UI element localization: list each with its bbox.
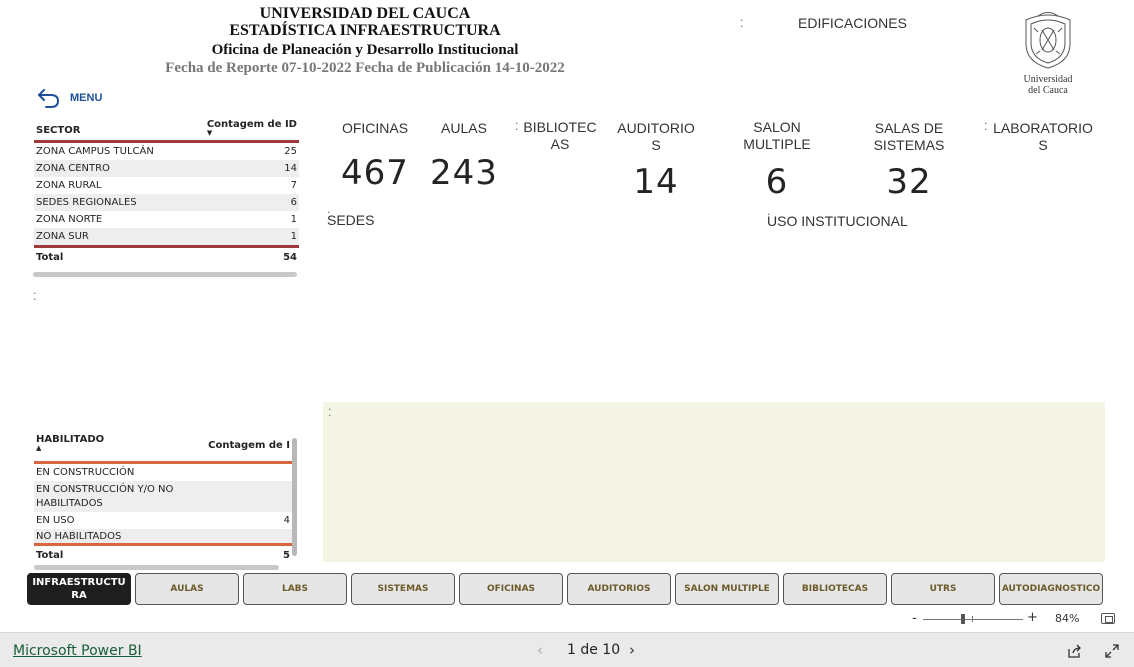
- menu-button[interactable]: MENU: [36, 86, 102, 110]
- tab-oficinas[interactable]: OFICINAS: [459, 573, 563, 605]
- logo-text-2: del Cauca: [1028, 85, 1068, 96]
- navigation-tabs: INFRAESTRUCTURA AULAS LABS SISTEMAS OFIC…: [27, 573, 1103, 605]
- header-dates: Fecha de Reporte 07-10-2022 Fecha de Pub…: [165, 60, 565, 76]
- kpi-salas-sistemas-value: 32: [886, 162, 932, 202]
- table-row[interactable]: EN CONSTRUCCIÓN: [34, 464, 292, 481]
- chevron-right-icon[interactable]: ›: [629, 641, 635, 659]
- empty-visual-panel: · ·: [323, 402, 1105, 562]
- table-row[interactable]: ZONA CENTRO 14: [34, 160, 299, 177]
- decorative-dots: · ·: [515, 117, 519, 136]
- tab-labs[interactable]: LABS: [243, 573, 347, 605]
- university-logo: Universidad del Cauca: [1016, 10, 1080, 98]
- table-row[interactable]: SEDES REGIONALES 6: [34, 194, 299, 211]
- table-row[interactable]: ZONA SUR 1: [34, 228, 299, 245]
- decorative-dots: · ·: [328, 403, 332, 422]
- page-title: EDIFICACIONES: [798, 15, 907, 31]
- chevron-left-icon[interactable]: ‹: [537, 641, 543, 659]
- table-row[interactable]: EN USO 4: [34, 512, 292, 529]
- powerbi-link[interactable]: Microsoft Power BI: [13, 643, 142, 659]
- fit-to-page-icon[interactable]: [1101, 613, 1115, 624]
- kpi-oficinas-label: OFICINAS: [341, 120, 409, 136]
- table-total-row: Total 54: [36, 251, 297, 263]
- logo-text-1: Universidad: [1023, 74, 1073, 85]
- zoom-slider-thumb[interactable]: [961, 614, 965, 624]
- header-office: Oficina de Planeación y Desarrollo Insti…: [211, 42, 519, 58]
- kpi-auditorios-value: 14: [633, 162, 679, 202]
- tab-infraestructura[interactable]: INFRAESTRUCTURA: [27, 573, 131, 605]
- tab-salon-multiple[interactable]: SALON MULTIPLE: [675, 573, 779, 605]
- horizontal-scrollbar[interactable]: [34, 565, 279, 570]
- fullscreen-icon[interactable]: [1105, 643, 1119, 662]
- header-subtitle: ESTADÍSTICA INFRAESTRUCTURA: [229, 22, 501, 39]
- table-row[interactable]: ZONA CAMPUS TULCÁN 25: [34, 143, 299, 160]
- decorative-dots: · ·: [740, 14, 744, 33]
- table-row[interactable]: ZONA NORTE 1: [34, 211, 299, 228]
- menu-label: MENU: [70, 92, 103, 104]
- back-arrow-icon: [38, 89, 60, 108]
- tab-bibliotecas[interactable]: BIBLIOTECAS: [783, 573, 887, 605]
- zoom-out-button[interactable]: -: [912, 611, 917, 626]
- kpi-bibliotecas-label: BIBLIOTEC AS: [523, 119, 597, 152]
- table-row[interactable]: EN CONSTRUCCIÓN Y/O NO HABILITADOS: [34, 481, 292, 512]
- share-icon[interactable]: [1067, 643, 1083, 662]
- zoom-slider-tick: [972, 616, 973, 622]
- vertical-scrollbar[interactable]: [292, 438, 297, 556]
- column-header-sector[interactable]: SECTOR: [36, 125, 80, 136]
- sector-table: SECTOR Contagem de ID ▼ ZONA CAMPUS TULC…: [33, 119, 299, 277]
- kpi-laboratorios-label: LABORATORIO S: [993, 120, 1093, 153]
- decorative-dots: · ·: [984, 117, 988, 136]
- section-sedes-label: SEDES: [327, 212, 375, 228]
- kpi-salas-sistemas-label: SALAS DE SISTEMAS: [873, 120, 945, 153]
- zoom-in-button[interactable]: +: [1027, 610, 1038, 625]
- kpi-salon-multiple-label: SALON MULTIPLE: [743, 119, 811, 152]
- table-total-row: Total 5: [36, 549, 290, 561]
- column-header-count[interactable]: Contagem de I: [208, 440, 290, 451]
- kpi-oficinas-value: 467: [341, 153, 409, 193]
- sort-up-icon: ▲: [36, 444, 42, 452]
- kpi-aulas-label: AULAS: [441, 120, 487, 136]
- tab-aulas[interactable]: AULAS: [135, 573, 239, 605]
- header-university: UNIVERSIDAD DEL CAUCA: [259, 5, 471, 22]
- tab-autodiagnostico[interactable]: AUTODIAGNOSTICO: [999, 573, 1103, 605]
- table-row[interactable]: ZONA RURAL 7: [34, 177, 299, 194]
- habilitado-table: HABILITADO ▲ Contagem de I EN CONSTRUCCI…: [34, 434, 292, 570]
- sector-table-header: SECTOR Contagem de ID ▼: [34, 119, 299, 140]
- zoom-slider-track[interactable]: [923, 619, 1023, 620]
- column-header-habilitado[interactable]: HABILITADO ▲: [36, 434, 104, 452]
- page-indicator: 1 de 10: [567, 642, 621, 658]
- decorative-dots: · ·: [33, 287, 37, 306]
- horizontal-scrollbar[interactable]: [33, 272, 297, 277]
- tab-auditorios[interactable]: AUDITORIOS: [567, 573, 671, 605]
- sort-down-icon: ▼: [206, 129, 213, 137]
- tab-sistemas[interactable]: SISTEMAS: [351, 573, 455, 605]
- kpi-auditorios-label: AUDITORIO S: [617, 120, 695, 153]
- tab-utrs[interactable]: UTRS: [891, 573, 995, 605]
- habilitado-table-header: HABILITADO ▲ Contagem de I: [34, 434, 292, 455]
- kpi-aulas-value: 243: [430, 153, 498, 193]
- table-row[interactable]: NO HABILITADOS: [34, 529, 292, 543]
- column-header-count[interactable]: Contagem de ID ▼: [206, 119, 297, 137]
- section-uso-label: USO INSTITUCIONAL: [767, 213, 908, 229]
- zoom-percent: 84%: [1055, 612, 1080, 625]
- kpi-salon-multiple-value: 6: [765, 162, 789, 202]
- seal-icon: [1025, 12, 1071, 69]
